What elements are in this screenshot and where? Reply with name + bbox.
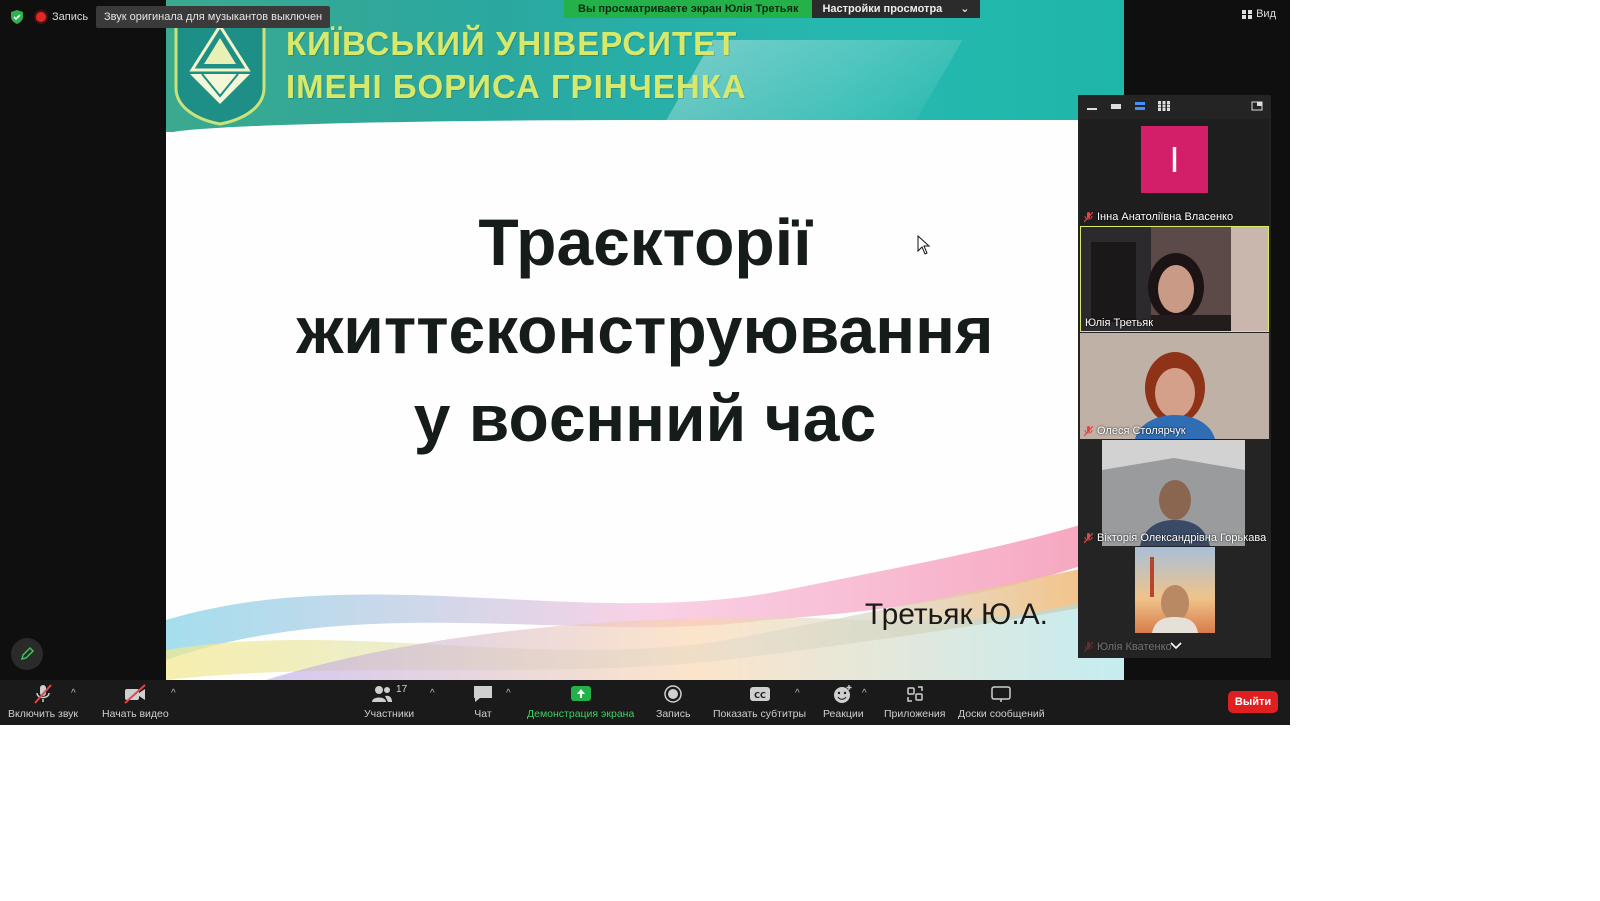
chat-options-caret-icon[interactable]: ^ [506,688,511,699]
recording-indicator[interactable]: Запись [36,8,88,26]
participant-video [1080,440,1269,546]
strip-view-icon[interactable] [1134,101,1146,111]
whiteboards-button[interactable]: Доски сообщений [958,684,1045,720]
scroll-down-chevron-icon[interactable] [1169,641,1183,651]
video-off-icon [124,684,147,704]
shared-screen-slide: КИЇВСЬКИЙ УНІВЕРСИТЕТ ІМЕНІ БОРИСА ГРІНЧ… [166,0,1124,680]
minimize-icon[interactable] [1086,101,1098,111]
share-screen-icon [570,686,591,701]
closed-captions-icon: CC [749,687,770,701]
participant-video [1080,333,1269,439]
leave-meeting-button[interactable]: Выйти [1228,691,1278,713]
record-icon [664,685,682,703]
mic-muted-icon [1084,532,1093,543]
participants-button[interactable]: 17 Участники [364,684,414,720]
original-sound-notice[interactable]: Звук оригинала для музыкантов выключен [96,6,331,28]
mic-muted-icon [1084,425,1093,436]
participant-tile[interactable]: Вікторія Олександрівна Горькава [1080,440,1269,546]
view-button[interactable]: Вид [1242,8,1276,20]
participant-tile-active-speaker[interactable]: Юлія Третьяк [1080,226,1269,332]
participants-icon [372,686,393,702]
record-button[interactable]: Запись [656,684,690,720]
participant-tile[interactable]: Олеся Столярчук [1080,333,1269,439]
video-options-caret-icon[interactable]: ^ [171,688,176,699]
slide-author: Третьяк Ю.А. [864,598,1048,631]
show-captions-button[interactable]: CC Показать субтитры [713,684,806,720]
unmute-button[interactable]: Включить звук [8,684,78,720]
university-name: КИЇВСЬКИЙ УНІВЕРСИТЕТ ІМЕНІ БОРИСА ГРІНЧ… [286,25,747,105]
chat-button[interactable]: Чат [472,684,494,720]
participants-gallery: I Інна Анатоліївна Власенко Юлія Третьяк… [1078,95,1271,658]
meeting-toolbar: Включить звук ^ Начать видео ^ 17 Участн… [0,680,1290,725]
record-dot-icon [36,12,46,22]
emoji-reaction-icon [834,685,852,703]
participant-tile[interactable]: Юлія Кватенко [1080,547,1269,655]
avatar: I [1141,126,1208,193]
chat-bubble-icon [474,686,492,702]
chevron-down-icon: ⌄ [960,3,970,15]
apps-icon [906,686,923,702]
participant-name: Юлія Третьяк [1085,317,1154,329]
speaker-view-icon[interactable] [1110,101,1122,111]
participant-name: Вікторія Олександрівна Горькава [1084,532,1266,544]
mouse-cursor-icon [917,235,931,255]
apps-button[interactable]: Приложения [884,684,945,720]
participants-count: 17 [396,684,408,695]
participant-tile[interactable]: I Інна Анатоліївна Власенко [1080,119,1269,225]
svg-text:CC: CC [754,691,766,700]
annotate-pencil-button[interactable] [11,638,43,670]
mic-muted-icon [1084,211,1093,222]
captions-options-caret-icon[interactable]: ^ [795,688,800,699]
participant-video [1080,547,1269,655]
participant-name: Інна Анатоліївна Власенко [1084,211,1233,223]
whiteboard-icon [991,686,1012,702]
reactions-options-caret-icon[interactable]: ^ [862,688,867,699]
grid-view-icon [1242,9,1253,19]
mic-muted-icon [1084,641,1093,652]
viewing-share-label: Вы просматриваете экран Юлія Третьяк [564,0,813,18]
mic-muted-icon [34,684,52,704]
reactions-button[interactable]: Реакции [823,684,864,720]
pencil-icon [20,646,35,661]
gallery-grid-icon[interactable] [1158,101,1170,111]
recording-label: Запись [52,11,89,23]
share-banner: Вы просматриваете экран Юлія Третьяк Нас… [564,0,980,18]
audio-options-caret-icon[interactable]: ^ [71,688,76,699]
participants-options-caret-icon[interactable]: ^ [430,688,435,699]
gallery-toolbar [1078,95,1271,117]
decorative-swirl [166,510,1124,680]
start-video-button[interactable]: Начать видео [102,684,169,720]
participant-name: Олеся Столярчук [1084,425,1186,437]
view-settings-button[interactable]: Настройки просмотра ⌄ [812,0,980,18]
pop-out-icon[interactable] [1251,101,1263,111]
participant-name: Юлія Кватенко [1084,641,1172,653]
share-screen-button[interactable]: Демонстрация экрана [527,684,634,720]
slide-title: Траєкторії життєконструювання у воєнний … [296,205,994,455]
security-shield-icon[interactable] [9,9,25,25]
meeting-stage: Запись КИЇВСЬКИЙ УНІВЕРСИТЕТ ІМЕНІ БОРИС… [0,0,1290,680]
zoom-window: Запись КИЇВСЬКИЙ УНІВЕРСИТЕТ ІМЕНІ БОРИС… [0,0,1290,725]
